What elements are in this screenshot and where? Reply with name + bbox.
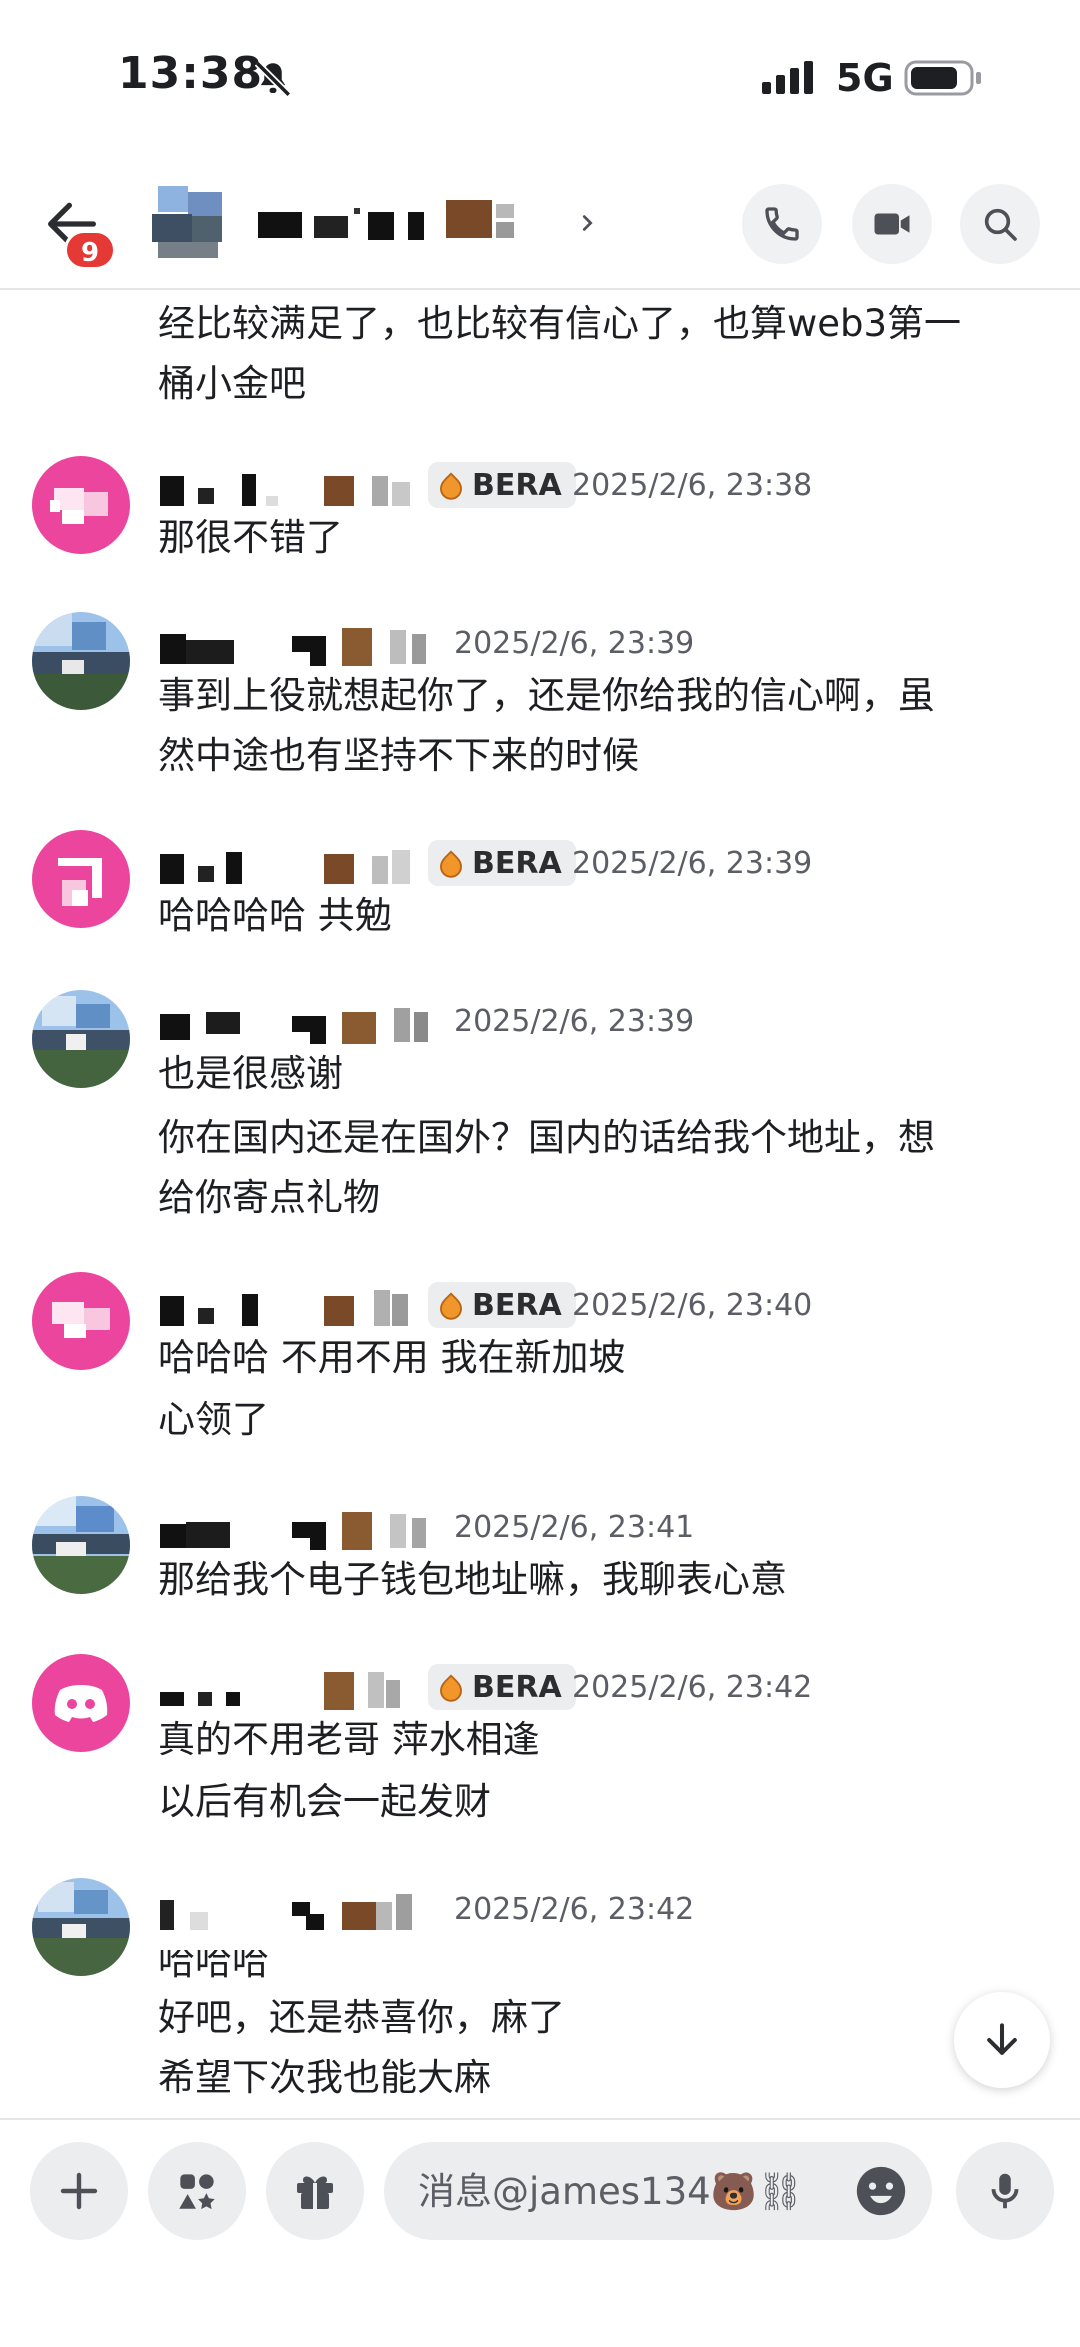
gift-icon <box>297 2176 333 2209</box>
message-line: 给你寄点礼物 <box>158 1176 380 1219</box>
bera-token-icon <box>440 1292 462 1320</box>
chat-header: 9 <box>0 170 1080 290</box>
avatar[interactable] <box>32 1272 130 1370</box>
message-line: 然中途也有坚持不下来的时候 <box>158 734 639 777</box>
message-input[interactable] <box>384 2142 932 2240</box>
unread-badge: 9 <box>64 230 116 270</box>
status-time: 13:38 <box>118 48 264 99</box>
message-line: 也是很感谢 <box>158 1052 343 1095</box>
username-redacted[interactable] <box>160 846 420 888</box>
role-badge[interactable]: BERA <box>428 1282 576 1328</box>
bell-muted-icon <box>254 60 292 98</box>
plus-icon <box>60 2172 98 2210</box>
video-call-button[interactable] <box>852 184 932 264</box>
message-line: 那给我个电子钱包地址嘛，我聊表心意 <box>158 1558 787 1601</box>
avatar[interactable] <box>148 180 230 262</box>
username-redacted[interactable] <box>160 1004 440 1046</box>
scroll-to-bottom-button[interactable] <box>954 1992 1050 2088</box>
message-line: 桶小金吧 <box>158 362 306 405</box>
message-line: 哈哈哈 不用不用 我在新加坡 <box>158 1336 626 1379</box>
message-line: 哈哈哈 <box>158 1940 269 1983</box>
message-line: 希望下次我也能大麻 <box>158 2056 491 2099</box>
role-badge[interactable]: BERA <box>428 840 576 886</box>
message-line: 那很不错了 <box>158 516 343 559</box>
avatar[interactable] <box>32 1654 130 1752</box>
avatar[interactable] <box>32 830 130 928</box>
battery-icon <box>904 60 981 96</box>
message-line: 事到上役就想起你了，还是你给我的信心啊，虽 <box>158 674 935 717</box>
username-redacted[interactable] <box>160 1288 420 1330</box>
avatar[interactable] <box>32 612 130 710</box>
video-camera-icon <box>874 213 910 235</box>
microphone-icon <box>991 2173 1019 2209</box>
message-line: 以后有机会一起发财 <box>158 1780 491 1823</box>
role-badge-label: BERA <box>472 1287 562 1323</box>
avatar[interactable] <box>32 1496 130 1594</box>
chat-screen: 13:38 5G 9 经比较满足了，也比较有信心了，也算web3第一 桶小金吧 … <box>0 0 1080 2347</box>
message-line: 真的不用老哥 萍水相逢 <box>158 1718 540 1761</box>
apps-icon <box>179 2174 215 2210</box>
message-timestamp: 2025/2/6, 23:42 <box>454 1892 695 1927</box>
role-badge-label: BERA <box>472 845 562 881</box>
role-badge[interactable]: BERA <box>428 1664 576 1710</box>
status-bar: 13:38 5G <box>0 0 1080 150</box>
message-timestamp: 2025/2/6, 23:39 <box>454 626 695 661</box>
apps-button[interactable] <box>148 2142 246 2240</box>
message-timestamp: 2025/2/6, 23:38 <box>572 468 813 503</box>
role-badge[interactable]: BERA <box>428 462 576 508</box>
username-redacted[interactable] <box>160 626 440 668</box>
message-line: 哈哈哈哈 共勉 <box>158 894 392 937</box>
message-timestamp: 2025/2/6, 23:40 <box>572 1288 813 1323</box>
gift-button[interactable] <box>266 2142 364 2240</box>
bera-token-icon <box>440 850 462 878</box>
avatar[interactable] <box>32 1878 130 1976</box>
bera-token-icon <box>440 1674 462 1702</box>
search-button[interactable] <box>960 184 1040 264</box>
message-list[interactable]: 经比较满足了，也比较有信心了，也算web3第一 桶小金吧 BERA 2025/2… <box>0 290 1080 2118</box>
message-line: 心领了 <box>158 1398 269 1441</box>
add-attachment-button[interactable] <box>30 2142 128 2240</box>
avatar[interactable] <box>32 990 130 1088</box>
message-timestamp: 2025/2/6, 23:39 <box>454 1004 695 1039</box>
username-redacted[interactable] <box>160 1892 440 1934</box>
network-label: 5G <box>836 56 894 100</box>
phone-icon <box>765 207 799 241</box>
role-badge-label: BERA <box>472 1669 562 1705</box>
message-line: 好吧，还是恭喜你，麻了 <box>158 1996 565 2039</box>
avatar[interactable] <box>32 456 130 554</box>
role-badge-label: BERA <box>472 467 562 503</box>
arrow-down-icon <box>987 2023 1017 2055</box>
voice-call-button[interactable] <box>742 184 822 264</box>
message-line: 你在国内还是在国外？国内的话给我个地址，想 <box>158 1116 935 1159</box>
emoji-icon[interactable] <box>852 2162 910 2220</box>
signal-icon <box>762 61 813 94</box>
channel-name-redacted[interactable] <box>258 198 568 250</box>
message-line: 经比较满足了，也比较有信心了，也算web3第一 <box>158 302 962 345</box>
message-timestamp: 2025/2/6, 23:41 <box>454 1510 695 1545</box>
message-timestamp: 2025/2/6, 23:39 <box>572 846 813 881</box>
username-redacted[interactable] <box>160 1510 440 1552</box>
voice-message-button[interactable] <box>956 2142 1054 2240</box>
bera-token-icon <box>440 472 462 500</box>
chevron-right-icon[interactable] <box>576 212 598 234</box>
username-redacted[interactable] <box>160 1670 420 1712</box>
search-icon <box>984 208 1017 241</box>
message-composer <box>0 2118 1080 2347</box>
message-timestamp: 2025/2/6, 23:42 <box>572 1670 813 1705</box>
username-redacted[interactable] <box>160 468 420 510</box>
